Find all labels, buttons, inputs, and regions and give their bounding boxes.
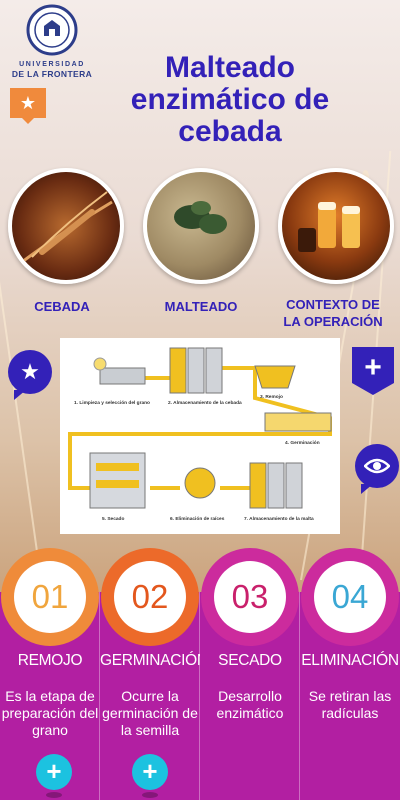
step-number: 04 <box>331 578 369 615</box>
diagram-label-2: 2. Almacenamiento de la cebada <box>168 400 242 406</box>
step-expand-button[interactable]: + <box>36 754 72 798</box>
step-expand-button[interactable]: + <box>132 754 168 798</box>
star-icon: ★ <box>19 92 37 113</box>
university-seal-icon <box>26 4 78 56</box>
star-icon: ★ <box>20 359 40 384</box>
university-name-line1: UNIVERSIDAD <box>19 61 85 68</box>
step-title: ELIMINACIÓN <box>301 652 399 669</box>
step-number-circle: 03 <box>201 548 299 646</box>
favorite-badge[interactable]: ★ <box>10 88 46 124</box>
step-title: GERMINACIÓN <box>100 652 208 669</box>
step-number: 01 <box>31 578 69 615</box>
step-card-1[interactable]: 01 REMOJO Es la etapa de preparación del… <box>0 548 100 800</box>
diagram-label-1: 1. Limpieza y selección del grano <box>74 400 150 406</box>
step-description: Es la etapa de preparación del grano <box>1 688 99 738</box>
malt-photo[interactable] <box>143 168 259 284</box>
step-title: REMOJO <box>17 652 83 669</box>
title-line: cebada <box>178 115 282 148</box>
beer-glasses-icon <box>298 202 360 252</box>
category-label-line: CONTEXTO DE <box>286 297 380 312</box>
star-pin-button[interactable]: ★ <box>8 350 52 400</box>
title-line: Malteado <box>164 51 296 84</box>
beer-photo[interactable] <box>278 168 394 284</box>
plus-icon: + <box>364 351 382 384</box>
step-description: Desarrollo enzimático <box>216 688 284 721</box>
barley-stalk-icon <box>21 191 113 264</box>
eye-icon <box>364 458 390 474</box>
plus-icon: + <box>142 756 158 786</box>
step-number: 03 <box>231 578 269 615</box>
diagram-label-5: 5. Secado <box>102 516 124 522</box>
barley-photo[interactable] <box>8 168 124 284</box>
title-line: enzimático de <box>130 83 330 116</box>
university-logo[interactable]: UNIVERSIDAD DE LA FRONTERA <box>8 4 96 79</box>
page-title: Malteado enzimático de cebada <box>95 52 365 148</box>
leaves-icon <box>174 201 227 234</box>
malting-process-diagram: 1. Limpieza y selección del grano 2. Alm… <box>68 347 332 522</box>
category-contexto[interactable]: CONTEXTO DE LA OPERACIÓN <box>272 296 394 330</box>
step-number-circle: 02 <box>101 548 199 646</box>
step-number-circle: 01 <box>1 548 99 646</box>
step-card-3[interactable]: 03 SECADO Desarrollo enzimático <box>200 548 300 800</box>
process-diagram: 1. Limpieza y selección del grano 2. Alm… <box>60 338 340 534</box>
step-card-2[interactable]: 02 GERMINACIÓN Ocurre la germinación de … <box>100 548 208 800</box>
category-label-line: LA OPERACIÓN <box>283 314 383 329</box>
diagram-label-3: 3. Remojo <box>260 394 283 400</box>
step-title: SECADO <box>218 652 282 669</box>
university-name-line2: DE LA FRONTERA <box>11 69 93 79</box>
plus-icon: + <box>46 756 62 786</box>
diagram-label-6: 6. Eliminación de raíces <box>170 516 225 522</box>
diagram-label-7: 7. Almacenamiento de la malta <box>244 516 314 522</box>
diagram-label-4: 4. Germinación <box>285 440 320 446</box>
step-card-4[interactable]: 04 ELIMINACIÓN Se retiran las radículas <box>300 548 400 800</box>
view-pin-button[interactable] <box>355 444 399 494</box>
step-description: Se retiran las radículas <box>308 688 392 721</box>
category-malteado[interactable]: MALTEADO <box>143 298 259 315</box>
process-steps: 01 REMOJO Es la etapa de preparación del… <box>0 548 400 800</box>
category-cebada[interactable]: CEBADA <box>8 298 116 315</box>
step-number-circle: 04 <box>301 548 399 646</box>
step-number: 02 <box>131 578 169 615</box>
step-description: Ocurre la germinación de la semilla <box>102 688 198 738</box>
